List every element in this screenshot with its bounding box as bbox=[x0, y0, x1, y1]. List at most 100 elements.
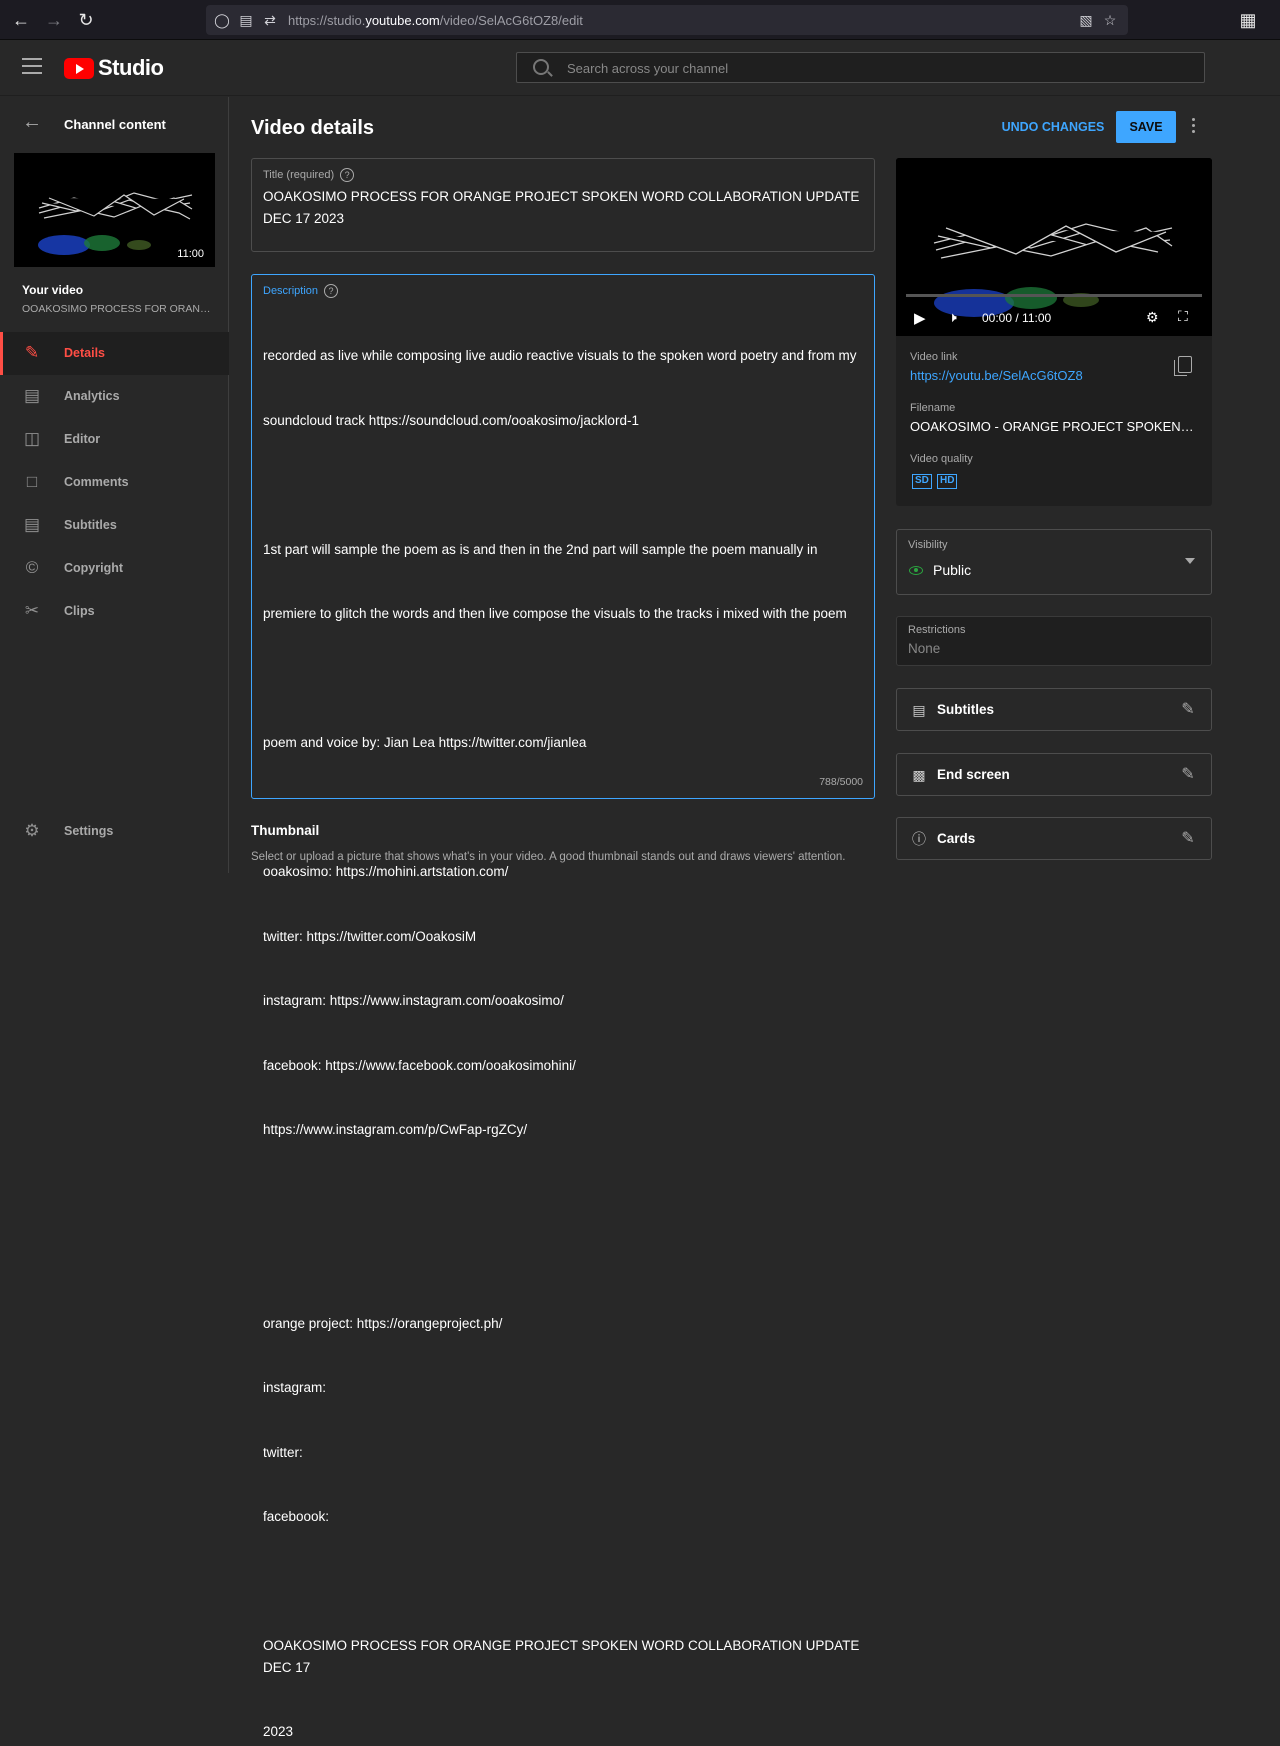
forward-arrow-icon[interactable]: → bbox=[44, 10, 64, 30]
more-options-icon[interactable] bbox=[1185, 115, 1201, 139]
description-line: faceboook: bbox=[263, 1509, 330, 1524]
end-screen-title: End screen bbox=[937, 767, 1010, 782]
save-button[interactable]: SAVE bbox=[1116, 111, 1176, 143]
description-input[interactable]: recorded as live while composing live au… bbox=[263, 302, 868, 1746]
sidebar-item-label: Settings bbox=[64, 824, 114, 838]
description-line: 2023 bbox=[263, 1724, 294, 1739]
title-label: Title (required)? bbox=[263, 168, 355, 182]
sidebar-item-analytics[interactable]: ▤ Analytics bbox=[0, 375, 229, 418]
sd-quality-badge: SD bbox=[912, 474, 932, 489]
video-player[interactable]: ▶ 🕨 00:00 / 11:00 ⚙ ⛶ bbox=[896, 158, 1212, 336]
hd-quality-badge: HD bbox=[937, 474, 958, 489]
cards-title: Cards bbox=[937, 831, 976, 846]
description-line bbox=[263, 797, 868, 819]
play-icon[interactable]: ▶ bbox=[914, 309, 926, 327]
help-icon[interactable]: ? bbox=[340, 168, 355, 182]
sidebar-item-details[interactable]: ✎ Details bbox=[0, 332, 229, 375]
search-box[interactable] bbox=[516, 52, 1205, 83]
copyright-icon: © bbox=[25, 558, 39, 577]
video-thumbnail[interactable]: 11:00 bbox=[14, 153, 215, 267]
subtitles-title: Subtitles bbox=[937, 702, 995, 717]
description-line: soundcloud track https://soundcloud.com/… bbox=[263, 412, 639, 428]
menu-icon[interactable] bbox=[22, 58, 42, 74]
arrow-left-icon[interactable]: ← bbox=[22, 111, 42, 134]
visibility-dropdown[interactable]: Visibility Public bbox=[896, 529, 1212, 595]
sidebar-item-label: Analytics bbox=[64, 389, 120, 403]
your-video-title: OOAKOSIMO PROCESS FOR ORANGE PROJECT SPO… bbox=[22, 303, 212, 315]
copy-icon[interactable] bbox=[1174, 356, 1192, 376]
volume-icon[interactable]: 🕨 bbox=[948, 309, 957, 326]
sidebar-item-copyright[interactable]: © Copyright bbox=[0, 547, 229, 590]
undo-changes-button[interactable]: UNDO CHANGES bbox=[1000, 111, 1106, 143]
time-display: 00:00 / 11:00 bbox=[982, 311, 1052, 325]
back-arrow-icon[interactable]: ← bbox=[11, 10, 31, 30]
shield-icon[interactable]: ◯ bbox=[214, 12, 230, 28]
visibility-value: Public bbox=[933, 562, 972, 578]
chevron-down-icon bbox=[1185, 558, 1195, 564]
main-content: Video details UNDO CHANGES SAVE Title (r… bbox=[230, 97, 1280, 1739]
editor-icon: ◫ bbox=[23, 429, 41, 448]
fullscreen-icon[interactable]: ⛶ bbox=[1178, 308, 1188, 325]
end-screen-icon: ▩ bbox=[912, 767, 926, 783]
search-icon[interactable] bbox=[533, 59, 549, 75]
analytics-icon: ▤ bbox=[23, 386, 41, 405]
video-frame-art bbox=[896, 158, 1212, 336]
youtube-studio-logo[interactable]: Studio bbox=[64, 54, 164, 82]
description-line: orange project: https://orangeproject.ph… bbox=[263, 1315, 503, 1331]
sidebar-item-label: Copyright bbox=[64, 561, 124, 575]
description-label: Description? bbox=[263, 284, 339, 298]
comments-icon: □ bbox=[26, 472, 38, 491]
sidebar-item-label: Subtitles bbox=[64, 518, 117, 532]
description-line: ooakosimo: https://mohini.artstation.com… bbox=[263, 864, 509, 879]
progress-bar[interactable] bbox=[906, 294, 1202, 297]
sidebar-item-label: Comments bbox=[64, 475, 129, 489]
settings-gear-icon[interactable]: ⚙ bbox=[1146, 309, 1159, 326]
description-line: recorded as live while composing live au… bbox=[263, 348, 857, 363]
edit-pencil-icon[interactable]: ✎ bbox=[1179, 766, 1197, 784]
sidebar-item-settings[interactable]: ⚙ Settings bbox=[0, 810, 229, 853]
video-preview-panel: ▶ 🕨 00:00 / 11:00 ⚙ ⛶ Video link https:/… bbox=[896, 158, 1212, 506]
sidebar-item-clips[interactable]: ✂ Clips bbox=[0, 590, 229, 633]
studio-header: Studio bbox=[0, 40, 1280, 96]
sidebar-item-comments[interactable]: □ Comments bbox=[0, 461, 229, 504]
description-line bbox=[263, 1248, 868, 1270]
description-line: instagram: https://www.instagram.com/ooa… bbox=[263, 993, 564, 1008]
permissions-icon[interactable]: ⇄ bbox=[262, 12, 278, 28]
description-line: facebook: https://www.facebook.com/ooako… bbox=[263, 1057, 576, 1073]
title-input[interactable]: OOAKOSIMO PROCESS FOR ORANGE PROJECT SPO… bbox=[263, 186, 863, 230]
bookmark-star-icon[interactable]: ☆ bbox=[1102, 12, 1118, 28]
subtitles-card[interactable]: ▤ Subtitles ✎ bbox=[896, 688, 1212, 731]
help-icon[interactable]: ? bbox=[324, 284, 339, 298]
description-line: 1st part will sample the poem as is and … bbox=[263, 541, 818, 557]
channel-content-back[interactable]: ← Channel content bbox=[0, 111, 229, 137]
cards-card[interactable]: ⓘ Cards ✎ bbox=[896, 817, 1212, 860]
description-field[interactable]: Description? recorded as live while comp… bbox=[251, 274, 875, 1739]
edit-pencil-icon[interactable]: ✎ bbox=[1179, 830, 1197, 848]
address-bar[interactable]: ◯ ▤ ⇄ https://studio.youtube.com/video/S… bbox=[206, 5, 1128, 35]
sidebar-item-label: Details bbox=[64, 346, 105, 360]
url-text: https://studio.youtube.com/video/SelAcG6… bbox=[288, 13, 583, 28]
title-field[interactable]: Title (required)? OOAKOSIMO PROCESS FOR … bbox=[251, 158, 875, 252]
search-input[interactable] bbox=[567, 58, 1167, 78]
sidebar-item-label: Editor bbox=[64, 432, 101, 446]
description-line: twitter: https://twitter.com/OoakosiM bbox=[263, 928, 477, 944]
edit-pencil-icon[interactable]: ✎ bbox=[1179, 701, 1197, 719]
duration-badge: 11:00 bbox=[174, 247, 207, 261]
translate-icon[interactable]: ▧ bbox=[1078, 12, 1094, 28]
sidebar-item-subtitles[interactable]: ▤ Subtitles bbox=[0, 504, 229, 547]
video-link[interactable]: https://youtu.be/SelAcG6tOZ8 bbox=[910, 368, 1083, 383]
your-video-label: Your video bbox=[22, 283, 84, 297]
description-line: https://www.instagram.com/p/CwFap-rgZCy/ bbox=[263, 1122, 528, 1137]
subtitles-icon: ▤ bbox=[912, 702, 926, 718]
description-line: premiere to glitch the words and then li… bbox=[263, 606, 847, 621]
visibility-label: Visibility bbox=[908, 539, 948, 551]
lock-icon[interactable]: ▤ bbox=[238, 12, 254, 28]
gear-icon: ⚙ bbox=[24, 821, 40, 840]
end-screen-card[interactable]: ▩ End screen ✎ bbox=[896, 753, 1212, 796]
description-line bbox=[263, 668, 868, 690]
extension-icon[interactable]: ▦ bbox=[1238, 10, 1258, 30]
reload-icon[interactable]: ↻ bbox=[76, 10, 96, 30]
restrictions-label: Restrictions bbox=[908, 624, 966, 636]
filename-value: OOAKOSIMO - ORANGE PROJECT SPOKENWORD PR… bbox=[910, 419, 1200, 434]
sidebar-item-editor[interactable]: ◫ Editor bbox=[0, 418, 229, 461]
